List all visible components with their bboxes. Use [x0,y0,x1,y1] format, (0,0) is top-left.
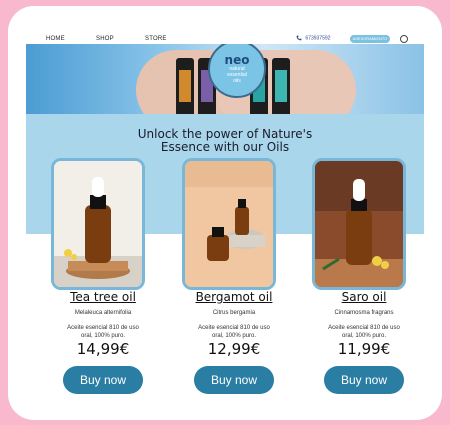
buy-now-button[interactable]: Buy now [63,366,143,394]
logo-text: neo [224,53,250,67]
oil-bottle [176,58,194,114]
nav-home[interactable]: HOME [46,36,65,42]
phone-icon [296,35,302,41]
hero-banner: neo natural essential oils [26,44,424,114]
advice-button[interactable]: ASESORAMIENTO [350,35,390,43]
desc-line: oral, 100% puro. [341,333,387,339]
product-description: Aceite esencial 810 de uso oral, 100% pu… [164,316,304,340]
menu-icon[interactable] [400,35,408,43]
product-description: Aceite esencial 810 de uso oral, 100% pu… [294,316,434,340]
product-name[interactable]: Saro oil [294,290,434,304]
product-card-bergamot[interactable] [182,158,276,290]
desc-line: oral, 100% puro. [211,333,257,339]
page-frame: HOME SHOP STORE 673937592 ASESORAMIENTO … [8,6,442,420]
product-price: 11,99€ [337,340,391,358]
top-nav: HOME SHOP STORE 673937592 ASESORAMIENTO [8,6,442,44]
product-photo [54,161,142,287]
desc-line: Aceite esencial 810 de uso [198,325,270,331]
nav-store[interactable]: STORE [145,36,167,42]
oil-bottle [272,58,290,114]
desc-line: Aceite esencial 810 de uso [328,325,400,331]
buy-now-button[interactable]: Buy now [194,366,274,394]
desc-line: oral, 100% puro. [80,333,126,339]
logo-subtitle: oils [233,78,241,84]
product-photo [185,161,273,287]
phone-link[interactable]: 673937592 [296,35,330,41]
section-title-line: Essence with our Oils [160,140,290,154]
desc-line: Aceite esencial 810 de uso [67,325,139,331]
product-card-tea-tree[interactable] [51,158,145,290]
product-card-saro[interactable] [312,158,406,290]
product-price: 12,99€ [207,340,261,358]
product-description: Aceite esencial 810 de uso oral, 100% pu… [33,316,173,340]
phone-number: 673937592 [305,35,331,42]
product-photo [315,161,403,287]
nav-shop[interactable]: SHOP [96,36,114,42]
section-title: Unlock the power of Nature's Essence wit… [26,128,424,154]
product-price: 14,99€ [76,340,130,358]
product-name[interactable]: Tea tree oil [33,290,173,304]
buy-now-button[interactable]: Buy now [324,366,404,394]
product-name[interactable]: Bergamot oil [164,290,304,304]
